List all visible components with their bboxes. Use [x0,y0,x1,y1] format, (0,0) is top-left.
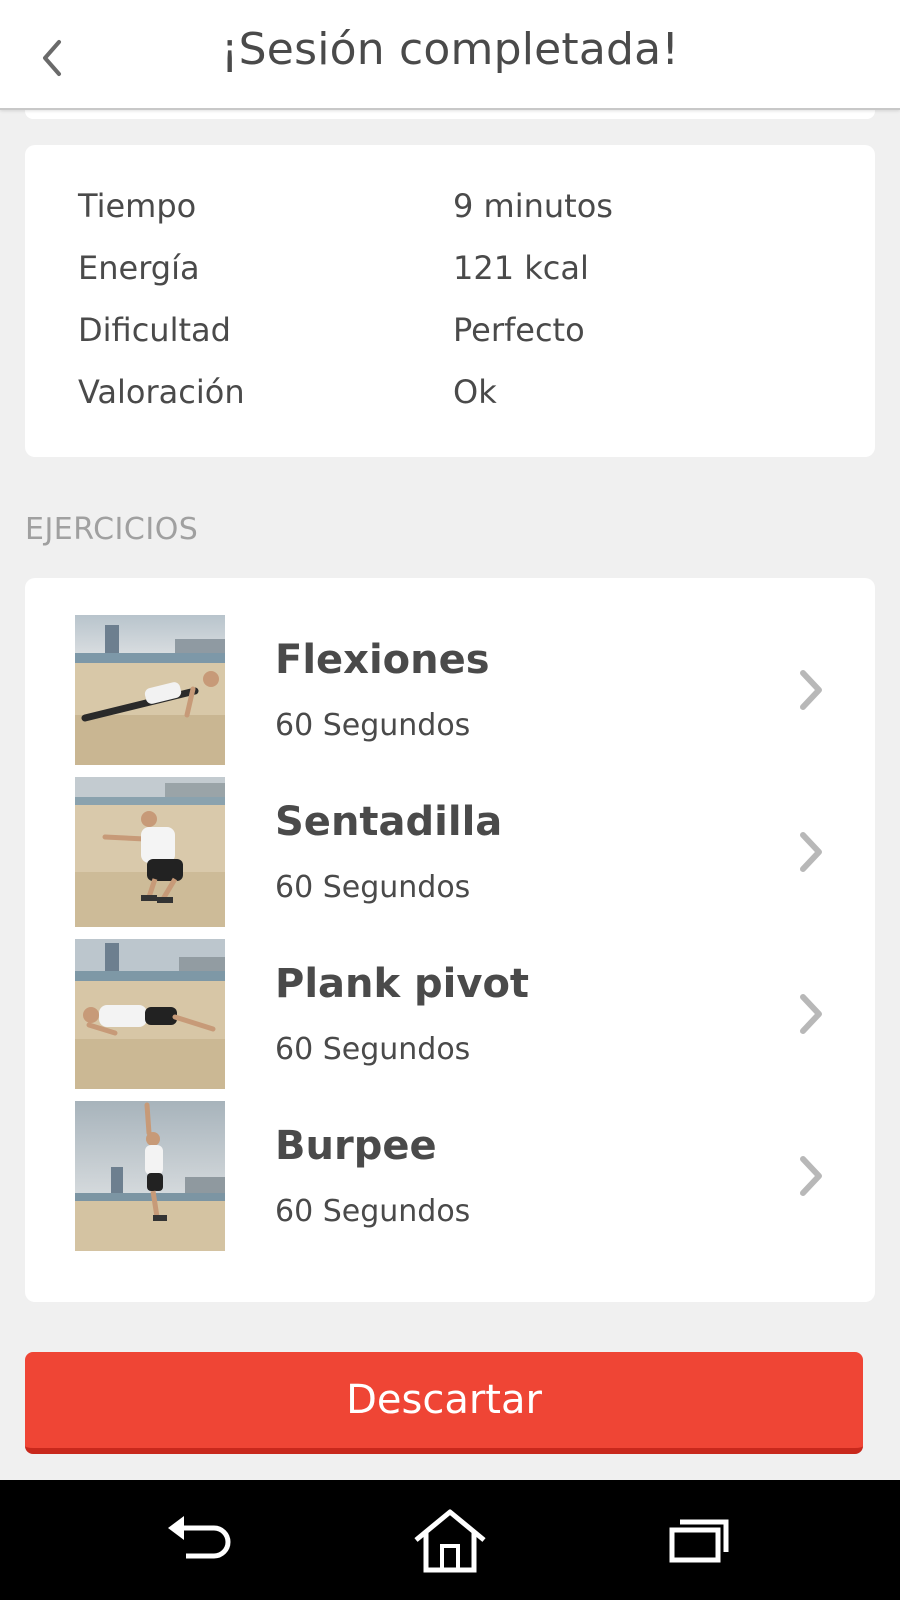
chevron-right-icon [800,1156,822,1196]
stat-value: 9 minutos [453,187,613,225]
exercise-thumbnail [75,777,225,927]
exercise-duration: 60 Segundos [275,708,471,743]
exercise-thumbnail [75,939,225,1089]
stat-value: Perfecto [453,311,585,349]
exercises-section-label: EJERCICIOS [25,512,199,547]
stat-label: Dificultad [78,311,231,349]
stat-value: 121 kcal [453,249,589,287]
stat-row-energy: Energía 121 kcal [78,249,838,299]
stat-row-rating: Valoración Ok [78,373,838,423]
exercise-duration: 60 Segundos [275,870,471,905]
session-complete-screen: ¡Sesión completada! Tiempo 9 minutos Ene… [0,0,900,1600]
previous-card-edge [25,110,875,119]
exercise-duration: 60 Segundos [275,1032,471,1067]
exercise-name: Plank pivot [275,961,530,1007]
exercise-name: Flexiones [275,637,490,683]
stat-label: Tiempo [78,187,197,225]
discard-button[interactable]: Descartar [25,1352,863,1454]
exercise-duration: 60 Segundos [275,1194,471,1229]
exercise-name: Sentadilla [275,799,503,845]
back-arrow-icon [168,1516,231,1559]
exercise-item-plank-pivot[interactable]: Plank pivot 60 Segundos [25,939,875,1089]
stat-label: Valoración [78,373,245,411]
exercise-item-burpee[interactable]: Burpee 60 Segundos [25,1101,875,1251]
nav-back-button[interactable] [162,1508,242,1574]
stat-value: Ok [453,373,497,411]
chevron-right-icon [800,994,822,1034]
stat-row-difficulty: Dificultad Perfecto [78,311,838,361]
chevron-right-icon [800,832,822,872]
recent-apps-icon [669,1519,729,1563]
session-stats-card: Tiempo 9 minutos Energía 121 kcal Dificu… [25,145,875,457]
exercise-item-sentadilla[interactable]: Sentadilla 60 Segundos [25,777,875,927]
exercise-name: Burpee [275,1123,437,1169]
page-title: ¡Sesión completada! [220,24,680,75]
stat-row-time: Tiempo 9 minutos [78,187,838,237]
exercise-item-flexiones[interactable]: Flexiones 60 Segundos [25,615,875,765]
stat-label: Energía [78,249,200,287]
exercise-thumbnail [75,1101,225,1251]
home-icon [414,1509,486,1573]
chevron-right-icon [800,670,822,710]
exercise-thumbnail [75,615,225,765]
system-nav-bar [0,1480,900,1600]
exercises-card: Flexiones 60 Segundos Sentadilla 60 Segu… [25,578,875,1302]
app-header: ¡Sesión completada! [0,0,900,110]
nav-recents-button[interactable] [660,1508,740,1574]
nav-home-button[interactable] [410,1508,490,1574]
